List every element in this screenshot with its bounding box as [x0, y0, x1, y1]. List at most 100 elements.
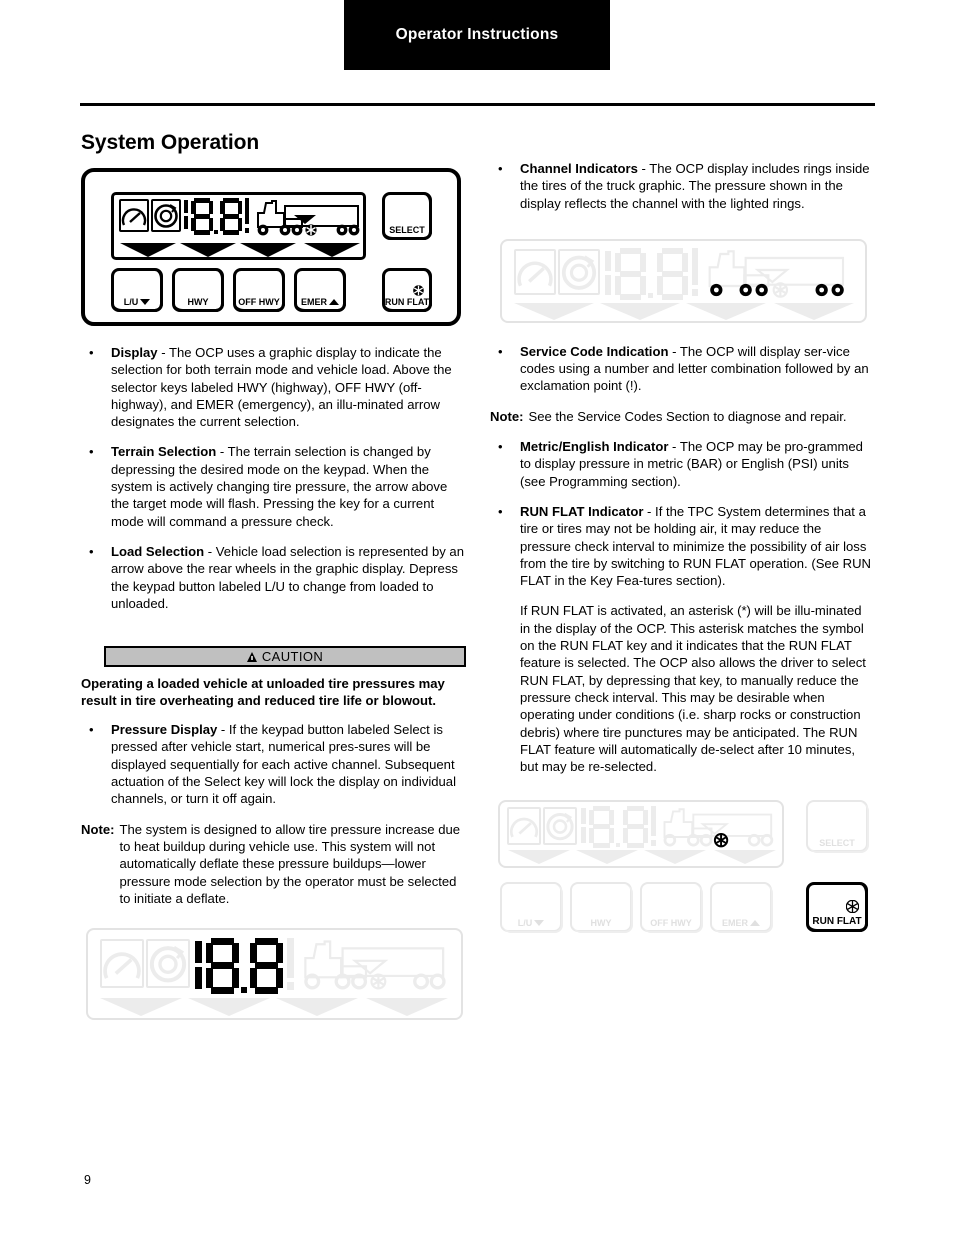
bullet-load-selection: • Load Selection - Vehicle load selectio…: [81, 543, 466, 612]
page-number: 9: [84, 1173, 91, 1187]
key-hwy[interactable]: HWY: [570, 882, 633, 934]
pressure-gauge-icon: [507, 807, 541, 846]
truck-graphic: [254, 197, 363, 242]
bullet-run-flat-indicator: • RUN FLAT Indicator - If the TPC System…: [490, 503, 875, 589]
key-emer[interactable]: EMER: [710, 882, 773, 934]
selection-arrow-4: [304, 243, 360, 257]
bullet-marker: •: [498, 343, 503, 359]
bullet-marker: •: [498, 161, 503, 176]
left-column: SELECT L/U HWY OFF HWY EMER RUN FLAT • D…: [81, 168, 466, 1021]
selection-arrow-3: [240, 243, 296, 257]
note-label: Note:: [81, 821, 115, 837]
header-banner-title: Operator Instructions: [395, 26, 559, 43]
bullet-terrain-selection: • Terrain Selection - The terrain select…: [81, 443, 466, 529]
selection-arrow-1: [514, 302, 594, 320]
key-lu-label: L/U: [517, 918, 533, 929]
selection-arrow-1: [100, 998, 182, 1017]
digit-left-bar-2: [581, 827, 586, 844]
digit-left-bar-2: [195, 967, 202, 990]
note-text: The system is designed to allow tire pre…: [119, 821, 461, 906]
bullet-term: Pressure Display: [111, 722, 218, 738]
pressure-gauge-icon: [100, 939, 144, 989]
asterisk-icon: [370, 973, 387, 990]
bullet-term: Display: [111, 345, 158, 360]
key-run-flat[interactable]: RUN FLAT: [382, 268, 432, 312]
selection-arrow-4: [366, 998, 448, 1017]
header-banner: Operator Instructions: [344, 0, 610, 70]
bullet-marker: •: [89, 345, 94, 360]
key-off-hwy[interactable]: OFF HWY: [640, 882, 703, 934]
lcd-exclamation-dot: [245, 228, 249, 233]
note-right-service-codes: Note: See the Service Codes Section to d…: [490, 408, 875, 425]
selection-arrow-3: [644, 850, 706, 865]
tire-rotation-icon: [146, 939, 190, 989]
asterisk-icon: [845, 900, 860, 914]
key-run-flat[interactable]: RUN FLAT: [806, 882, 868, 933]
selection-arrow-4: [774, 302, 854, 320]
bullet-term: Service Code Indication: [520, 343, 669, 359]
caution-label: CAUTION: [261, 649, 324, 665]
lcd-digit-1: [191, 198, 213, 235]
lcd-exclamation-dot: [692, 288, 698, 296]
bullet-display: • Display - The OCP uses a graphic displ…: [81, 344, 466, 430]
bullet-text: Channel Indicators - The OCP display inc…: [520, 160, 875, 212]
caution-header: CAUTION: [104, 646, 466, 668]
lcd-exclamation-icon: [245, 198, 249, 224]
bullet-text: Terrain Selection - The terrain selectio…: [111, 443, 466, 529]
lcd-decimal-point: [214, 230, 218, 234]
bullet-text: Load Selection - Vehicle load selection …: [111, 543, 466, 612]
pressure-gauge-icon: [119, 199, 149, 232]
key-lu[interactable]: L/U: [111, 268, 163, 312]
key-hwy-label: HWY: [187, 297, 209, 307]
select-button[interactable]: SELECT: [806, 800, 869, 854]
lcd-digit-2: [220, 198, 242, 235]
key-off-hwy[interactable]: OFF HWY: [233, 268, 285, 312]
key-hwy[interactable]: HWY: [172, 268, 224, 312]
lcd-decimal-point: [241, 987, 247, 994]
lcd-digit-2: [623, 806, 648, 849]
bullet-pressure-display: • Pressure Display - If the keypad butto…: [81, 721, 466, 807]
bullet-marker: •: [498, 439, 503, 455]
bullet-term: RUN FLAT Indicator: [520, 503, 644, 519]
ocp-lcd-display: [498, 800, 784, 869]
selection-arrow-2: [180, 243, 236, 257]
lcd-digit-1: [589, 806, 614, 849]
header-divider: [80, 103, 875, 106]
select-button-label: SELECT: [389, 225, 425, 235]
page-title: System Operation: [81, 131, 260, 154]
select-button-label: SELECT: [819, 838, 855, 849]
lcd-exclamation-dot: [651, 840, 656, 847]
note-label: Note:: [490, 408, 524, 424]
triangle-up-icon: [329, 299, 339, 305]
bullet-term: Load Selection: [111, 543, 205, 559]
bullet-channel-indicators: • Channel Indicators - The OCP display i…: [490, 160, 875, 212]
bullet-text: Pressure Display - If the keypad button …: [111, 721, 466, 807]
truck-graphic: [658, 805, 782, 853]
asterisk-icon: [772, 282, 789, 298]
key-run-flat-label: RUN FLAT: [812, 916, 862, 928]
key-emer-label: EMER: [721, 918, 748, 929]
selection-arrow-2: [188, 998, 270, 1017]
ocp-device-panel-runflat: SELECT L/U HWY OFF HWY EMER RUN FLAT: [498, 800, 876, 952]
key-lu-label: L/U: [123, 297, 139, 307]
tire-rotation-icon: [558, 248, 600, 295]
note-text: See the Service Codes Section to diagnos…: [528, 408, 847, 424]
selection-arrow-3: [276, 998, 358, 1017]
digit-left-bar: [605, 250, 611, 271]
bullet-marker: •: [89, 444, 94, 460]
key-lu[interactable]: L/U: [500, 882, 563, 934]
tire-rotation-icon: [151, 199, 181, 232]
bullet-term: Channel Indicators: [520, 161, 638, 176]
digit-left-bar: [195, 941, 202, 964]
caution-block: CAUTION: [81, 646, 466, 668]
digit-left-bar-2: [184, 216, 188, 229]
digit-left-bar: [184, 200, 188, 213]
select-button[interactable]: SELECT: [382, 192, 432, 240]
truck-graphic: [700, 246, 858, 306]
key-emer[interactable]: EMER: [294, 268, 346, 312]
lcd-exclamation-icon: [692, 247, 698, 285]
lcd-exclamation-dot: [287, 982, 294, 991]
key-run-flat-label: RUN FLAT: [384, 297, 430, 307]
triangle-up-icon: [750, 920, 760, 927]
asterisk-icon: [713, 833, 729, 848]
